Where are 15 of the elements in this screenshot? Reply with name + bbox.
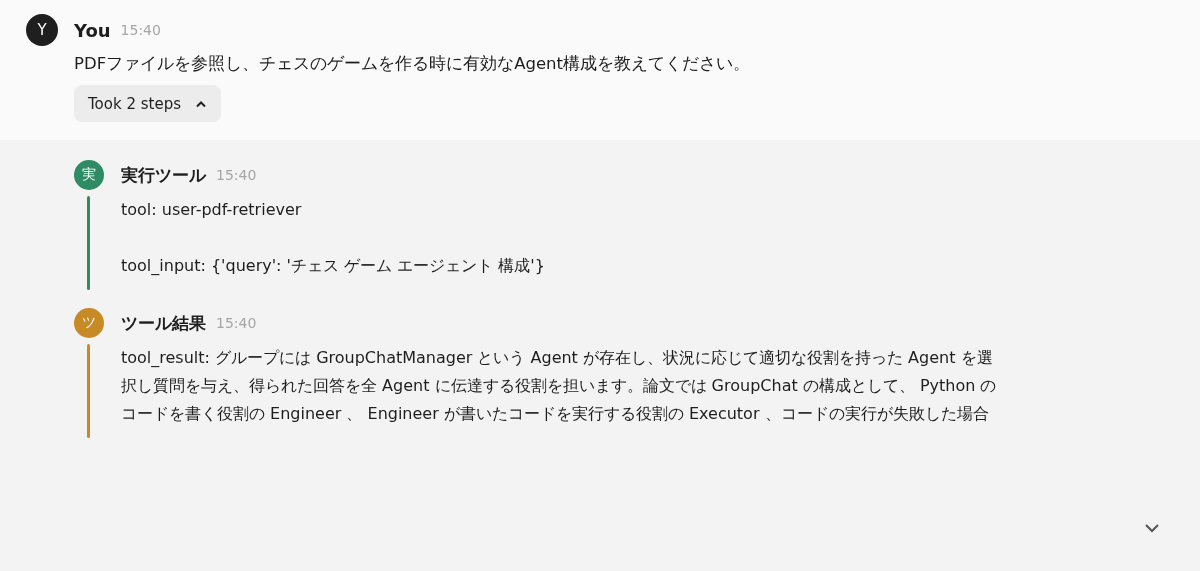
step-time: 15:40: [216, 315, 257, 331]
step-output-text: tool_result: グループには GroupChatManager という Agent が存在し、状況に応じて適切な役割を持った Agent を選択し質問を与え、得られた回答を全 Agent に伝達する役割を担います。論文では GroupChat の構成として、 Python のコードを書く役割の Engineer 、 Engineer が書いたコードを実行する役割の Executor 、コードの実行が失敗した場合: [121, 347, 998, 425]
author-name: You: [74, 19, 111, 41]
message-text: PDFファイルを参照し、チェスのゲームを作る時に有効なAgent構成を教えてください。: [74, 53, 750, 75]
message-time: 15:40: [120, 22, 161, 38]
step-name: ツール結果: [121, 311, 206, 335]
user-avatar: Y: [26, 14, 58, 46]
step-avatar: 実: [74, 160, 104, 190]
steps-toggle-button[interactable]: Took 2 steps: [74, 85, 221, 122]
step-avatar: ツ: [74, 308, 104, 338]
caret-icon: [195, 99, 207, 108]
step-name: 実行ツール: [121, 163, 206, 187]
scroll-down-icon[interactable]: [1144, 523, 1160, 533]
step-output-text: tool: user-pdf-retriever tool_input: {'query': 'チェス ゲーム エージェント 構成'}: [121, 199, 546, 277]
step-time: 15:40: [216, 167, 257, 183]
